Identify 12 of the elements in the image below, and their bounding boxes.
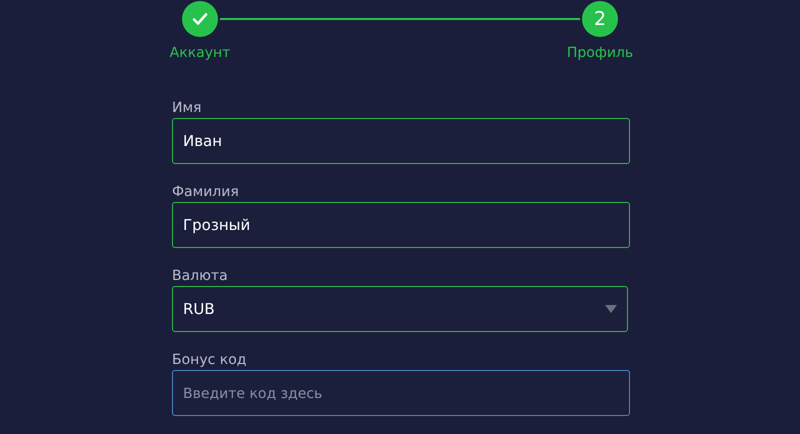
currency-dropdown[interactable]: RUB (172, 286, 628, 332)
field-label: Валюта (172, 267, 229, 285)
field-label: Имя (172, 99, 202, 117)
step-label: Аккаунт (170, 45, 230, 61)
input-field[interactable]: Иван (172, 118, 630, 164)
step-number: 2 (582, 1, 618, 37)
field-label: Фамилия (172, 183, 240, 201)
input-field[interactable]: Грозный (172, 202, 630, 248)
caret-icon (605, 305, 617, 313)
input-field[interactable]: Введите код здесь (172, 370, 630, 416)
step-label: Профиль (566, 45, 634, 61)
field-label: Бонус код (172, 351, 248, 369)
